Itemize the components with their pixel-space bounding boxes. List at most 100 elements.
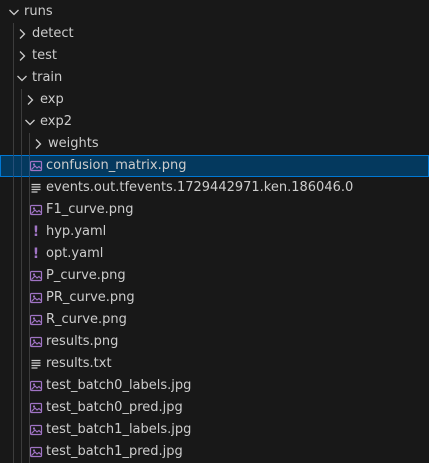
chevron-right-icon[interactable] (22, 89, 38, 111)
indent-guide (29, 441, 30, 463)
file-item[interactable]: ! opt.yaml (0, 243, 429, 265)
indent-guide (29, 133, 30, 155)
file-item[interactable]: R_curve.png (0, 309, 429, 331)
chevron-right-icon[interactable] (30, 133, 46, 155)
indent-guide (13, 45, 14, 67)
indent-guide (29, 243, 30, 265)
image-icon (28, 375, 44, 397)
file-label: results.png (46, 334, 119, 349)
indent-guide (29, 309, 30, 331)
file-label: confusion_matrix.png (46, 158, 187, 173)
indent-guide (29, 287, 30, 309)
chevron-right-icon[interactable] (14, 23, 30, 45)
indent-guide (29, 155, 30, 177)
indent-guide (21, 441, 22, 463)
indent-guide (13, 243, 14, 265)
indent-guide (29, 199, 30, 221)
folder-test[interactable]: test (0, 45, 429, 67)
indent-guide (13, 309, 14, 331)
file-item[interactable]: test_batch0_pred.jpg (0, 397, 429, 419)
indent-guide (21, 177, 22, 199)
indent-guide (29, 177, 30, 199)
indent-guide (29, 375, 30, 397)
file-label: test_batch1_labels.jpg (46, 422, 192, 437)
folder-exp2[interactable]: exp2 (0, 111, 429, 133)
indent-guide (29, 419, 30, 441)
file-label: results.txt (46, 356, 112, 371)
chevron-down-icon[interactable] (6, 1, 22, 23)
indent-guide (29, 353, 30, 375)
folder-runs[interactable]: runs (0, 1, 429, 23)
file-item[interactable]: confusion_matrix.png (0, 155, 429, 177)
image-icon (28, 441, 44, 463)
text-lines-icon (28, 353, 44, 375)
indent-guide (29, 397, 30, 419)
file-label: R_curve.png (46, 312, 127, 327)
file-label: test_batch1_pred.jpg (46, 444, 183, 459)
indent-guide (21, 221, 22, 243)
file-list: confusion_matrix.png events.out.tfevents.… (0, 155, 429, 463)
indent-guide (21, 111, 22, 133)
file-item[interactable]: test_batch0_labels.jpg (0, 375, 429, 397)
file-item[interactable]: PR_curve.png (0, 287, 429, 309)
file-label: P_curve.png (46, 268, 126, 283)
indent-guide (21, 331, 22, 353)
indent-guide (21, 265, 22, 287)
indent-guide (13, 353, 14, 375)
indent-guide (13, 265, 14, 287)
file-item[interactable]: ! hyp.yaml (0, 221, 429, 243)
image-icon (28, 309, 44, 331)
image-icon (28, 419, 44, 441)
file-label: PR_curve.png (46, 290, 135, 305)
indent-guide (21, 419, 22, 441)
folder-detect[interactable]: detect (0, 23, 429, 45)
folder-label: train (32, 70, 63, 85)
folder-label: detect (32, 26, 74, 41)
file-item[interactable]: P_curve.png (0, 265, 429, 287)
image-icon (28, 397, 44, 419)
indent-guide (21, 397, 22, 419)
indent-guide (13, 89, 14, 111)
indent-guide (13, 419, 14, 441)
folder-label: exp (40, 92, 64, 107)
text-lines-icon (28, 177, 44, 199)
file-label: test_batch0_labels.jpg (46, 378, 192, 393)
file-item[interactable]: events.out.tfevents.1729442971.ken.18604… (0, 177, 429, 199)
folder-exp[interactable]: exp (0, 89, 429, 111)
image-icon (28, 199, 44, 221)
indent-guide (13, 177, 14, 199)
folder-train[interactable]: train (0, 67, 429, 89)
indent-guide (21, 287, 22, 309)
indent-guide (29, 221, 30, 243)
indent-guide (21, 89, 22, 111)
yaml-icon: ! (32, 246, 40, 262)
indent-guide (13, 397, 14, 419)
yaml-icon: ! (32, 224, 40, 240)
indent-guide (21, 199, 22, 221)
indent-guide (13, 111, 14, 133)
image-icon (28, 155, 44, 177)
indent-guide (21, 133, 22, 155)
file-item[interactable]: results.png (0, 331, 429, 353)
image-icon (28, 331, 44, 353)
indent-guide (13, 133, 14, 155)
folder-label: weights (48, 136, 99, 151)
indent-guide (13, 441, 14, 463)
indent-guide (13, 67, 14, 89)
indent-guide (13, 375, 14, 397)
indent-guide (13, 155, 14, 177)
folder-weights[interactable]: weights (0, 133, 429, 155)
file-label: events.out.tfevents.1729442971.ken.18604… (46, 180, 354, 195)
file-item[interactable]: F1_curve.png (0, 199, 429, 221)
indent-guide (29, 331, 30, 353)
file-item[interactable]: test_batch1_labels.jpg (0, 419, 429, 441)
chevron-down-icon[interactable] (14, 67, 30, 89)
indent-guide (21, 243, 22, 265)
chevron-down-icon[interactable] (22, 111, 38, 133)
folder-label: test (32, 48, 57, 63)
indent-guide (13, 331, 14, 353)
file-item[interactable]: results.txt (0, 353, 429, 375)
chevron-right-icon[interactable] (14, 45, 30, 67)
file-label: F1_curve.png (46, 202, 134, 217)
file-item[interactable]: test_batch1_pred.jpg (0, 441, 429, 463)
